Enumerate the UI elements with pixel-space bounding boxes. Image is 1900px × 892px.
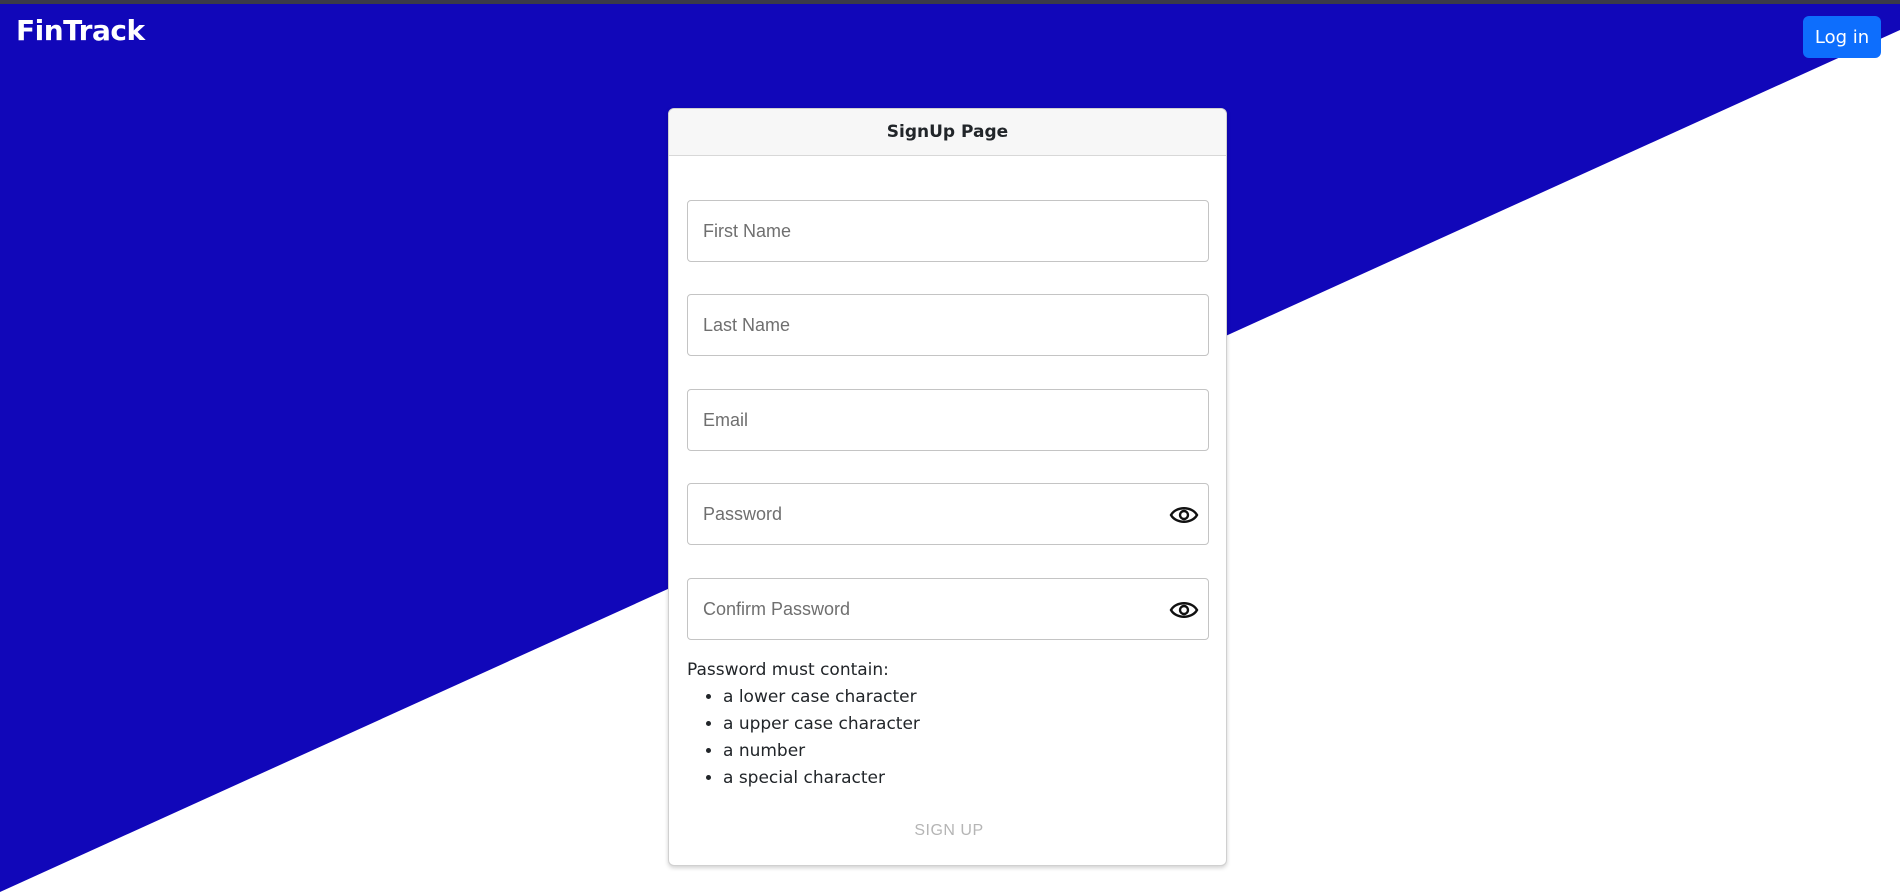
password-input[interactable] (688, 484, 1208, 544)
password-requirements-heading: Password must contain: (687, 660, 889, 680)
password-requirements-list: a lower case character a upper case char… (687, 684, 920, 792)
password-requirement-item: a lower case character (723, 684, 920, 711)
login-button[interactable]: Log in (1803, 16, 1881, 58)
eye-icon[interactable] (1169, 596, 1199, 624)
eye-icon[interactable] (1169, 501, 1199, 529)
last-name-input[interactable] (688, 295, 1208, 355)
signup-button[interactable]: SIGN UP (899, 813, 999, 849)
brand-logo[interactable]: FinTrack (16, 14, 145, 47)
email-field (687, 389, 1209, 451)
email-input[interactable] (688, 390, 1208, 450)
password-requirement-item: a number (723, 738, 920, 765)
signup-page: FinTrack Log in SignUp Page First Name L… (0, 0, 1900, 892)
last-name-field (687, 294, 1209, 356)
window-top-border (0, 0, 1900, 4)
password-field (687, 483, 1209, 545)
password-requirements: Password must contain: a lower case char… (687, 657, 920, 792)
first-name-field (687, 200, 1209, 262)
signup-card: SignUp Page First Name Last Name Email P… (668, 108, 1227, 866)
confirm-password-field (687, 578, 1209, 640)
password-requirement-item: a special character (723, 765, 920, 792)
first-name-input[interactable] (688, 201, 1208, 261)
confirm-password-input[interactable] (688, 579, 1208, 639)
password-requirement-item: a upper case character (723, 711, 920, 738)
signup-card-title: SignUp Page (669, 109, 1226, 156)
